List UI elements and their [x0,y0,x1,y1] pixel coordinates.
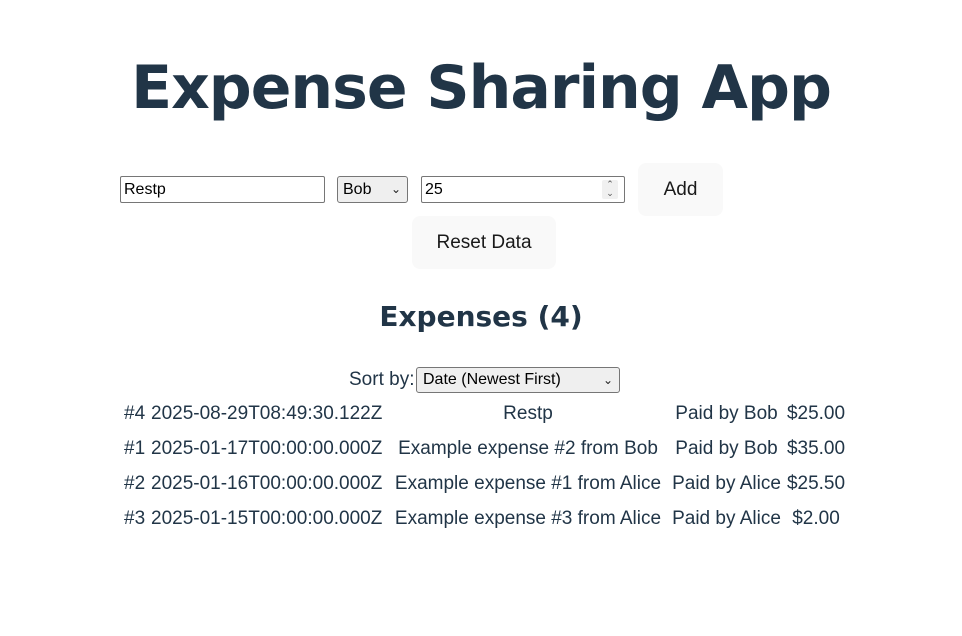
expense-date: 2025-08-29T08:49:30.122Z [151,403,383,424]
expense-row: #2 2025-01-16T00:00:00.000Z Example expe… [0,466,962,501]
amount-input[interactable]: 25 ⌃ ⌄ [421,176,625,203]
expenses-heading: Expenses (4) [379,300,583,333]
expense-index: #1 [124,438,146,459]
expense-description: Example expense #2 from Bob [398,438,658,459]
payer-select[interactable]: Bob ⌄ [337,176,408,203]
expense-description: Example expense #3 from Alice [394,508,662,529]
expense-paid-by: Paid by Bob [675,403,778,424]
payer-select-value: Bob [343,181,372,198]
add-button[interactable]: Add [638,163,723,216]
expense-index: #2 [124,473,146,494]
expense-date: 2025-01-17T00:00:00.000Z [151,438,383,459]
expense-row: #1 2025-01-17T00:00:00.000Z Example expe… [0,431,962,466]
expense-date: 2025-01-15T00:00:00.000Z [151,508,383,529]
app-page: Expense Sharing App Restp Bob ⌄ 25 ⌃ ⌄ Ad… [0,0,962,636]
expense-amount: $25.00 [786,403,846,424]
description-input[interactable]: Restp [120,176,325,203]
expense-description: Example expense #1 from Alice [394,473,662,494]
expense-date: 2025-01-16T00:00:00.000Z [151,473,383,494]
sort-select[interactable]: Date (Newest First) ⌄ [416,367,620,393]
chevron-down-icon: ⌄ [602,373,613,387]
expense-row: #4 2025-08-29T08:49:30.122Z Restp Paid b… [0,396,962,431]
expense-index: #3 [124,508,146,529]
expense-paid-by: Paid by Bob [675,438,778,459]
expense-row: #3 2025-01-15T00:00:00.000Z Example expe… [0,501,962,536]
expense-paid-by: Paid by Alice [672,473,781,494]
expense-index: #4 [124,403,146,424]
number-spinner-icon[interactable]: ⌃ ⌄ [602,180,618,199]
expense-paid-by: Paid by Alice [672,508,781,529]
sort-label: Sort by: [349,369,415,390]
expense-amount: $2.00 [792,508,840,529]
expense-description: Restp [503,403,553,424]
chevron-down-icon: ⌄ [390,182,401,196]
page-title: Expense Sharing App [131,53,832,123]
expense-list: #4 2025-08-29T08:49:30.122Z Restp Paid b… [0,396,962,536]
expense-amount: $35.00 [786,438,846,459]
expense-amount: $25.50 [786,473,846,494]
sort-select-value: Date (Newest First) [423,371,561,388]
reset-data-button[interactable]: Reset Data [412,216,556,269]
amount-input-value: 25 [425,181,443,198]
